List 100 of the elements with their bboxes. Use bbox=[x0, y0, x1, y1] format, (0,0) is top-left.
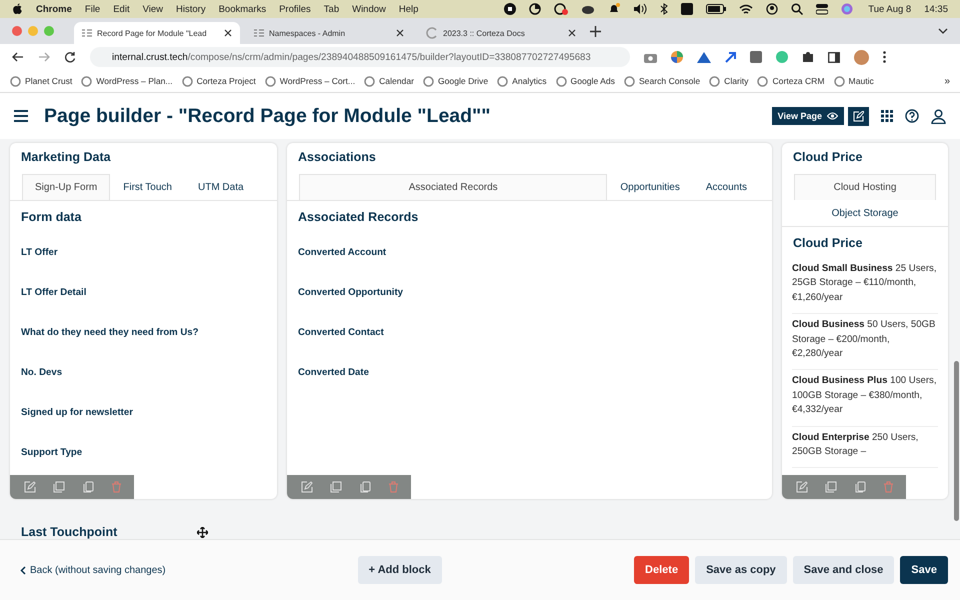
pie-icon[interactable] bbox=[529, 3, 542, 15]
bookmark[interactable]: Calendar bbox=[364, 76, 414, 86]
menu-item[interactable]: Window bbox=[352, 4, 386, 14]
battery-icon[interactable] bbox=[706, 4, 726, 14]
more-bookmarks-button[interactable]: » bbox=[944, 76, 950, 86]
menu-item[interactable]: View bbox=[142, 4, 164, 14]
bookmark[interactable]: Search Console bbox=[624, 76, 700, 86]
bookmark[interactable]: Mautic bbox=[834, 76, 874, 86]
bookmark[interactable]: WordPress – Cort... bbox=[264, 76, 356, 86]
record-icon[interactable] bbox=[504, 3, 516, 15]
bookmark[interactable]: Clarity bbox=[709, 76, 748, 86]
block-title: Marketing Data bbox=[20, 149, 112, 164]
close-icon[interactable] bbox=[568, 29, 576, 37]
back-arrow-icon[interactable] bbox=[12, 52, 24, 62]
bookmark-favicon-icon bbox=[624, 76, 635, 86]
block-tab[interactable]: Sign-Up Form bbox=[22, 174, 110, 200]
menu-icon[interactable] bbox=[14, 110, 28, 122]
menu-item[interactable]: File bbox=[84, 4, 100, 14]
menu-item[interactable]: Edit bbox=[113, 4, 130, 14]
close-icon[interactable] bbox=[224, 29, 232, 37]
footer-button[interactable]: Delete bbox=[634, 556, 690, 584]
price-item: Cloud Business Plus 100 Users, 100GB Storage – €380/month, €4,332/year bbox=[792, 370, 938, 427]
siri-icon[interactable] bbox=[841, 3, 854, 15]
help-icon[interactable] bbox=[905, 109, 919, 123]
search-icon[interactable] bbox=[791, 3, 804, 15]
clone-icon[interactable] bbox=[825, 481, 837, 493]
block-title: Associations bbox=[297, 149, 377, 164]
bookmark[interactable]: Corteza CRM bbox=[757, 76, 825, 86]
wifi-icon[interactable] bbox=[739, 4, 754, 14]
gauge-icon[interactable] bbox=[554, 3, 568, 15]
bookmark[interactable]: Corteza Project bbox=[182, 76, 256, 86]
menu-app-name[interactable]: Chrome bbox=[36, 4, 72, 14]
color-wheel-icon[interactable] bbox=[671, 51, 683, 63]
clone-icon[interactable] bbox=[330, 481, 342, 493]
clone-icon[interactable] bbox=[53, 481, 65, 493]
new-tab-icon[interactable] bbox=[590, 26, 601, 36]
close-window-icon[interactable] bbox=[12, 26, 22, 36]
footer-button[interactable]: Save and close bbox=[792, 556, 894, 584]
bookmark[interactable]: Google Ads bbox=[556, 76, 615, 86]
arrow-icon[interactable] bbox=[725, 52, 736, 62]
puzzle-icon[interactable] bbox=[802, 51, 814, 63]
edit-icon[interactable] bbox=[24, 481, 36, 493]
browser-tab[interactable]: Record Page for Module "Lead bbox=[74, 22, 240, 44]
footer-button[interactable]: Save bbox=[900, 556, 948, 584]
volume-icon[interactable] bbox=[633, 3, 648, 15]
chevron-down-icon[interactable] bbox=[938, 28, 948, 34]
apple-logo-icon[interactable] bbox=[12, 2, 23, 16]
edit-icon[interactable] bbox=[301, 481, 313, 493]
view-page-button[interactable]: View Page bbox=[772, 107, 844, 125]
side-panel-icon[interactable] bbox=[828, 52, 840, 62]
edit-icon[interactable] bbox=[796, 481, 808, 493]
browser-tab[interactable]: Namespaces - Admin bbox=[246, 22, 412, 44]
bookmark[interactable]: Planet Crust bbox=[10, 76, 72, 86]
footer-button[interactable]: Save as copy bbox=[695, 556, 787, 584]
copy-icon[interactable] bbox=[854, 481, 866, 493]
add-block-button[interactable]: + Add block bbox=[358, 556, 442, 584]
edit-button[interactable] bbox=[848, 106, 869, 126]
block-tab[interactable]: Associated Records bbox=[299, 174, 608, 200]
block-tab[interactable]: UTM Data bbox=[184, 174, 257, 200]
browser-tab[interactable]: 2023.3 :: Corteza Docs bbox=[418, 22, 584, 44]
scrollbar-thumb[interactable] bbox=[954, 361, 959, 521]
menu-item[interactable]: History bbox=[176, 4, 206, 14]
menu-date[interactable]: Tue Aug 8 bbox=[868, 4, 912, 14]
menu-item[interactable]: Help bbox=[398, 4, 418, 14]
field-label: No. Devs bbox=[20, 366, 64, 380]
user-icon[interactable] bbox=[931, 108, 946, 124]
back-link[interactable]: Back (without saving changes) bbox=[20, 564, 166, 576]
user-circle-icon[interactable] bbox=[766, 3, 778, 15]
block-title: Cloud Price bbox=[792, 149, 864, 164]
grid-icon[interactable] bbox=[881, 110, 893, 122]
block-tab[interactable]: First Touch bbox=[110, 174, 185, 200]
bookmark[interactable]: WordPress – Plan... bbox=[81, 76, 173, 86]
bookmark-favicon-icon bbox=[10, 76, 21, 86]
bookmark[interactable]: Analytics bbox=[497, 76, 547, 86]
menu-item[interactable]: Tab bbox=[324, 4, 340, 14]
block-tab[interactable]: Object Storage bbox=[818, 200, 912, 226]
bookmark-favicon-icon bbox=[834, 76, 845, 86]
copy-icon[interactable] bbox=[82, 481, 94, 493]
more-vertical-icon[interactable] bbox=[883, 51, 886, 63]
block-tab[interactable]: Accounts bbox=[692, 174, 760, 200]
address-bar[interactable]: internal.crust.tech/compose/ns/crm/admin/pages/238940488509161475/builder?layoutID=338087702727495683 bbox=[90, 47, 630, 67]
field-label: Converted Date bbox=[297, 366, 370, 380]
menu-item[interactable]: Bookmarks bbox=[218, 4, 266, 14]
block-tab[interactable]: Opportunities bbox=[607, 174, 693, 200]
avatar-icon[interactable] bbox=[854, 50, 869, 64]
bluetooth-icon[interactable] bbox=[660, 3, 668, 15]
menu-item[interactable]: Profiles bbox=[279, 4, 311, 14]
copy-icon[interactable] bbox=[359, 481, 371, 493]
field-label: What do they need they need from Us? bbox=[20, 326, 200, 340]
block-tab[interactable]: Cloud Hosting bbox=[794, 174, 936, 200]
close-icon[interactable] bbox=[396, 29, 404, 37]
bookmark[interactable]: Google Drive bbox=[422, 76, 488, 86]
bell-icon[interactable] bbox=[608, 3, 620, 15]
toggle-icon[interactable] bbox=[816, 3, 828, 15]
triangle-icon[interactable] bbox=[697, 52, 711, 62]
bookmark-favicon-icon bbox=[556, 76, 567, 86]
camera-icon[interactable] bbox=[644, 52, 657, 62]
reload-icon[interactable] bbox=[64, 51, 76, 63]
grid-favicon-icon bbox=[254, 29, 264, 37]
menu-time[interactable]: 14:35 bbox=[924, 4, 948, 14]
